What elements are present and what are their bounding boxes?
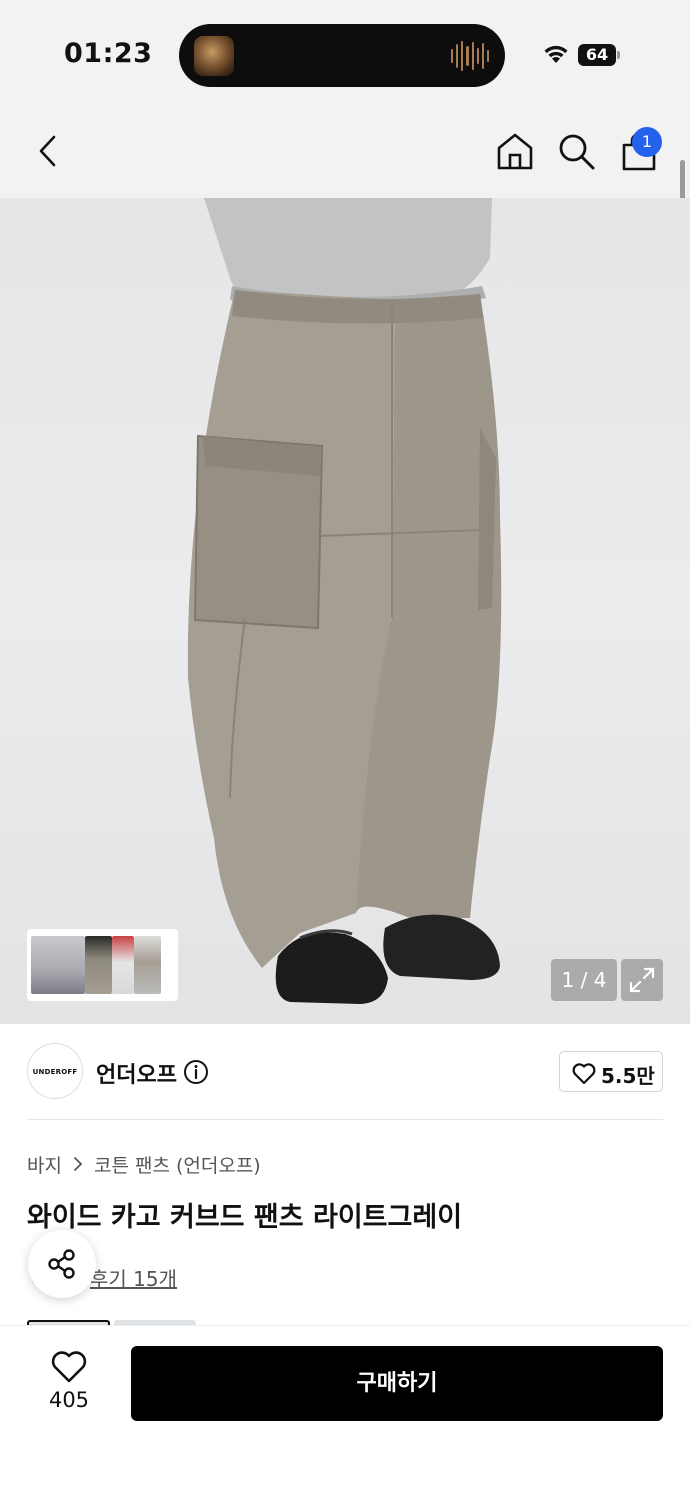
status-bar: 01:23 64 xyxy=(0,0,690,108)
wifi-icon xyxy=(544,45,568,63)
brand-logo[interactable]: UNDEROFF xyxy=(27,1043,83,1099)
thumbnail-4[interactable] xyxy=(134,936,161,994)
share-button[interactable] xyxy=(28,1230,96,1298)
divider xyxy=(27,1119,663,1120)
breadcrumb: 바지 코튼 팬츠 (언더오프) xyxy=(27,1150,261,1178)
brand-name[interactable]: 언더오프 xyxy=(96,1057,177,1089)
expand-button[interactable] xyxy=(621,959,663,1001)
battery-indicator: 64 xyxy=(578,44,616,66)
expand-icon xyxy=(629,967,655,993)
product-photo xyxy=(187,198,502,1004)
status-time: 01:23 xyxy=(64,38,153,69)
chevron-right-icon xyxy=(74,1157,83,1171)
buy-button[interactable]: 구매하기 xyxy=(131,1346,663,1421)
back-icon[interactable] xyxy=(34,133,62,169)
breadcrumb-category[interactable]: 바지 xyxy=(27,1151,62,1178)
home-icon[interactable] xyxy=(495,131,535,171)
thumbnail-1[interactable] xyxy=(31,936,85,994)
dynamic-island xyxy=(179,24,505,87)
now-playing-artwork xyxy=(194,36,234,76)
battery-cap xyxy=(617,51,620,59)
thumbnail-strip[interactable] xyxy=(27,929,178,1001)
product-image[interactable] xyxy=(0,198,690,1024)
review-link[interactable]: 후기 15개 xyxy=(90,1263,177,1292)
brand-like-button[interactable]: 5.5만 xyxy=(559,1051,663,1092)
heart-icon xyxy=(51,1351,87,1383)
product-title: 와이드 카고 커브드 팬츠 라이트그레이 xyxy=(27,1202,463,1233)
audio-wave-icon xyxy=(451,40,489,72)
product-page: 01:23 64 1 1 / 4 UNDEROFF 언더오프 5.5만 바지 코… xyxy=(0,0,690,1500)
thumbnail-3[interactable] xyxy=(112,936,134,994)
share-icon xyxy=(48,1249,75,1279)
breadcrumb-subcategory[interactable]: 코튼 팬츠 (언더오프) xyxy=(94,1151,261,1178)
search-icon[interactable] xyxy=(557,132,597,172)
heart-icon xyxy=(572,1063,596,1085)
wishlist-count: 405 xyxy=(48,1388,90,1412)
wishlist-button[interactable]: 405 xyxy=(30,1345,108,1425)
brand-like-count: 5.5만 xyxy=(601,1064,655,1088)
cart-badge: 1 xyxy=(632,127,662,157)
info-icon[interactable] xyxy=(183,1059,209,1085)
thumbnail-2[interactable] xyxy=(85,936,112,994)
image-counter: 1 / 4 xyxy=(551,959,617,1001)
